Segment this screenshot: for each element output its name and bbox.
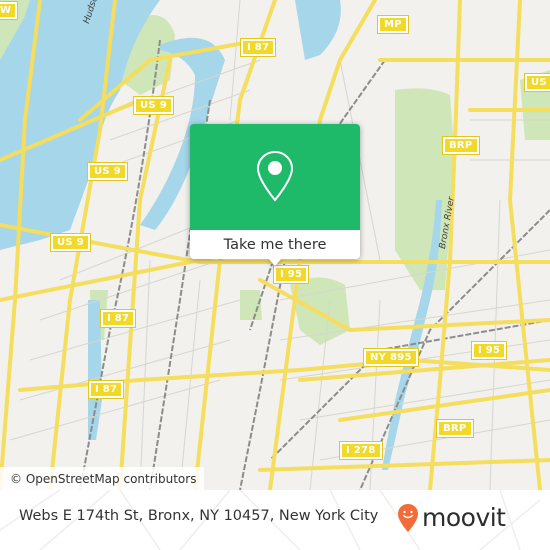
map-canvas[interactable]: Hudson Bronx River W US 9 US 9 US 9 US 1… [0,0,550,490]
address-text: Webs E 174th St, Bronx, NY 10457, New Yo… [19,508,379,524]
location-popup: Take me there [190,124,360,266]
route-shield-us1: US 1 [524,73,550,92]
route-shield-ny895: NY 895 [363,348,419,367]
route-shield-i95: I 95 [470,341,508,360]
moovit-logo[interactable]: moovit [397,503,506,533]
popup-header [190,124,360,230]
take-me-there-button[interactable]: Take me there [190,230,360,259]
moovit-pin-icon [398,504,418,532]
route-shield-us9: US 9 [133,96,174,115]
route-shield: W [0,1,19,20]
route-shield-brp: BRP [436,419,474,438]
route-shield-i87: I 87 [239,38,277,57]
popup-pointer [268,258,282,266]
map-attribution[interactable]: © OpenStreetMap contributors [0,467,205,490]
route-shield-i87: I 87 [87,380,125,399]
route-shield-mp: MP [377,15,409,34]
route-shield-i278: I 278 [339,441,383,460]
route-shield-i95: I 95 [272,265,310,284]
route-shield-us9: US 9 [87,162,128,181]
location-pin-icon [256,150,294,202]
route-shield-us9: US 9 [50,233,91,252]
footer-bar: Webs E 174th St, Bronx, NY 10457, New Yo… [0,490,550,550]
route-shield-brp: BRP [442,136,480,155]
route-shield-i87: I 87 [99,309,137,328]
moovit-wordmark: moovit [422,503,506,532]
